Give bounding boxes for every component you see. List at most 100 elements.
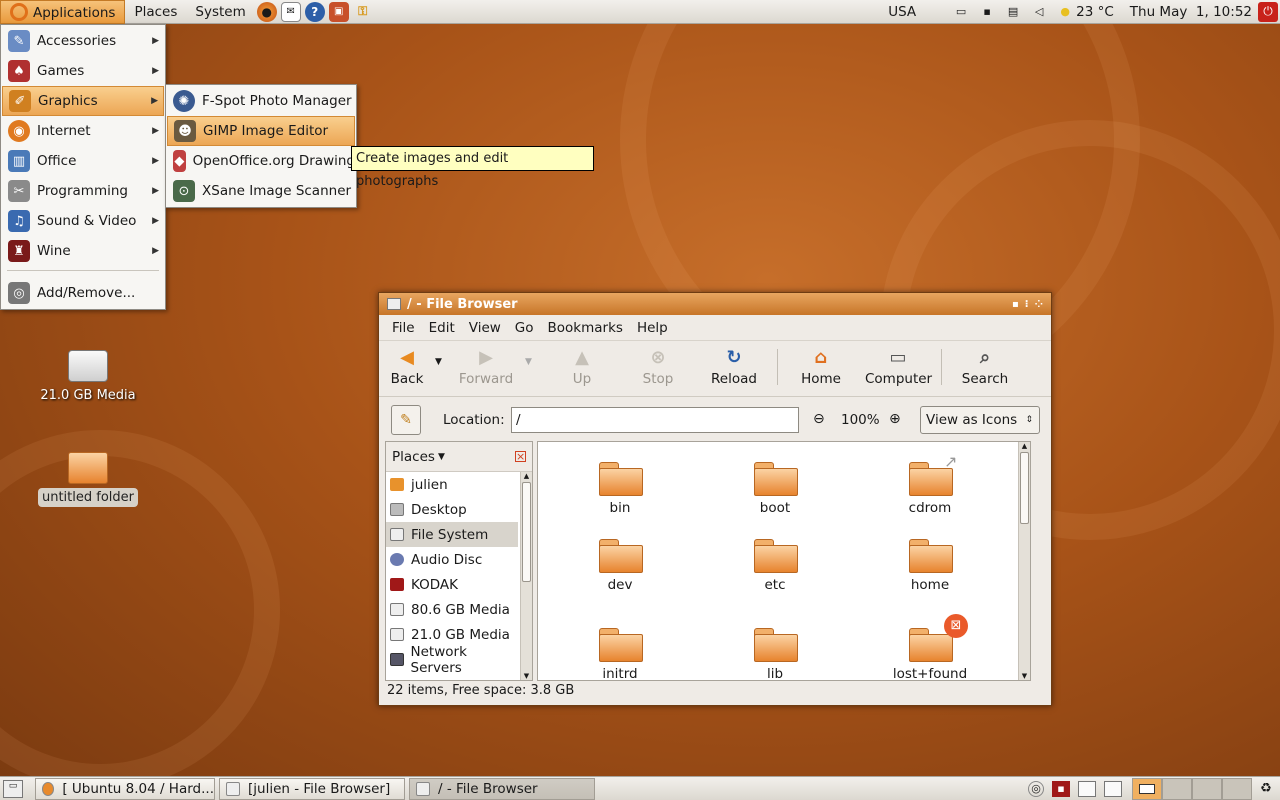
menu-item-xsane[interactable]: ⊙ XSane Image Scanner (167, 176, 355, 206)
home-button[interactable]: ⌂ Home (799, 345, 843, 388)
menu-edit[interactable]: Edit (422, 320, 462, 336)
places-selector[interactable]: Places (392, 449, 435, 465)
menu-item-graphics[interactable]: ✐ Graphics ▶ (2, 86, 164, 116)
menu-item-office[interactable]: ▥ Office ▶ (2, 146, 164, 176)
menu-file[interactable]: File (385, 320, 422, 336)
sidebar-item-file-system[interactable]: File System (386, 522, 518, 547)
wine-icon: ♜ (8, 240, 30, 262)
sidebar-item-network-servers[interactable]: Network Servers (386, 644, 518, 676)
firefox-icon[interactable]: ● (256, 1, 277, 22)
taskbar-item-root-browser[interactable]: / - File Browser (409, 777, 595, 800)
menu-item-accessories[interactable]: ✎ Accessories ▶ (2, 26, 164, 56)
folder-item[interactable]: home (880, 539, 980, 593)
drive-icon[interactable] (1104, 780, 1122, 797)
power-icon[interactable]: ⏻ (1258, 1, 1278, 22)
menu-view[interactable]: View (462, 320, 508, 336)
scroll-down-icon[interactable]: ▼ (1019, 672, 1030, 680)
menu-help[interactable]: Help (630, 320, 675, 336)
taskbar-item-julien-browser[interactable]: [julien - File Browser] (219, 777, 405, 800)
workspace-2[interactable] (1162, 777, 1192, 800)
maximize-icon[interactable]: ⁝ (1025, 299, 1029, 310)
sidebar-item-media-80[interactable]: 80.6 GB Media (386, 597, 518, 622)
menu-item-wine[interactable]: ♜ Wine ▶ (2, 236, 164, 266)
computer-button[interactable]: ▭ Computer (865, 345, 932, 388)
zoom-level[interactable]: 100% (841, 412, 880, 428)
menu-item-gimp[interactable]: ☻ GIMP Image Editor (167, 116, 355, 146)
reload-button[interactable]: ↻ Reload (711, 345, 757, 388)
help-icon[interactable]: ? (304, 1, 325, 22)
keyboard-layout[interactable]: USA (888, 4, 916, 20)
menu-item-internet[interactable]: ◉ Internet ▶ (2, 116, 164, 146)
view-mode-select[interactable]: View as Icons ⇕ (920, 406, 1040, 434)
workspace-4[interactable] (1222, 777, 1252, 800)
sidebar-item-kodak[interactable]: KODAK (386, 572, 518, 597)
folder-item[interactable]: etc (725, 539, 825, 593)
menu-go[interactable]: Go (508, 320, 541, 336)
scrollbar-thumb[interactable] (522, 482, 531, 582)
desktop-icon-media[interactable]: 21.0 GB Media (33, 350, 143, 403)
email-icon[interactable]: ✉ (280, 1, 301, 22)
minimize-icon[interactable]: ▪ (1012, 299, 1019, 310)
scroll-up-icon[interactable]: ▲ (1019, 442, 1030, 450)
menu-item-programming[interactable]: ✂ Programming ▶ (2, 176, 164, 206)
location-input[interactable]: / (511, 407, 799, 433)
folder-item[interactable]: lib (725, 628, 825, 680)
forward-history-dropdown[interactable]: ▼ (525, 357, 532, 367)
menu-item-fspot[interactable]: ✺ F-Spot Photo Manager (167, 86, 355, 116)
folder-item[interactable]: dev (570, 539, 670, 593)
folder-item[interactable]: lost+found ⊠ (880, 614, 980, 680)
screenshot-icon[interactable]: ▣ (328, 1, 349, 22)
scroll-down-icon[interactable]: ▼ (521, 672, 532, 680)
back-history-dropdown[interactable]: ▼ (435, 357, 442, 367)
weather-icon: ● (1060, 5, 1070, 18)
close-sidebar-icon[interactable]: × (515, 451, 526, 462)
taskbar-item-ubuntu[interactable]: [ Ubuntu 8.04 / Hard... (35, 777, 215, 800)
scrollbar-thumb[interactable] (1020, 452, 1029, 524)
cd-icon[interactable]: ◎ (1028, 780, 1044, 797)
keyring-icon[interactable]: ⚿ (353, 2, 373, 22)
menu-item-add-remove[interactable]: ◎ Add/Remove... (2, 278, 164, 308)
sidebar-item-julien[interactable]: julien (386, 472, 518, 497)
folder-item[interactable]: boot (725, 462, 825, 516)
sidebar-item-audio-disc[interactable]: Audio Disc (386, 547, 518, 572)
desktop-icon-untitled-folder[interactable]: untitled folder (33, 452, 143, 507)
show-desktop-icon[interactable]: ▭ (3, 779, 23, 798)
workspace-3[interactable] (1192, 777, 1222, 800)
monitor-icon[interactable]: ▪ (978, 4, 996, 20)
icon-view-scrollbar[interactable]: ▲ ▼ (1018, 442, 1030, 680)
menu-item-openoffice-drawing[interactable]: ◆ OpenOffice.org Drawing (167, 146, 355, 176)
drive-icon[interactable] (1078, 780, 1096, 797)
folder-item[interactable]: bin (570, 462, 670, 516)
volume-icon[interactable]: ◁ (1030, 4, 1048, 20)
sidebar-scrollbar[interactable]: ▲ ▼ (520, 472, 532, 680)
chevron-down-icon: ▼ (437, 451, 445, 462)
sidebar-item-desktop[interactable]: Desktop (386, 497, 518, 522)
zoom-out-icon[interactable]: ⊖ (813, 411, 825, 427)
menu-item-sound-video[interactable]: ♫ Sound & Video ▶ (2, 206, 164, 236)
stop-button[interactable]: ⊗ Stop (639, 345, 677, 388)
folder-item[interactable]: initrd (570, 628, 670, 680)
kodak-icon[interactable]: ▪ (1052, 780, 1070, 797)
back-button[interactable]: ◀ Back (385, 345, 429, 388)
menu-item-games[interactable]: ♠ Games ▶ (2, 56, 164, 86)
weather-text[interactable]: 23 °C (1076, 4, 1114, 20)
up-button[interactable]: ▲ Up (567, 345, 597, 388)
workspace-1[interactable] (1132, 777, 1162, 800)
window-titlebar[interactable]: / - File Browser ▪ ⁝ ⁘ (379, 293, 1051, 315)
forward-button[interactable]: ▶ Forward (457, 345, 515, 388)
folder-item[interactable]: cdrom ↗ (880, 452, 980, 516)
close-icon[interactable]: ⁘ (1035, 299, 1043, 310)
places-menu[interactable]: Places (125, 0, 186, 24)
clock[interactable]: Thu May 1, 10:52 (1130, 4, 1252, 20)
firefox-icon (42, 781, 55, 796)
printer-icon[interactable]: ▭ (952, 4, 970, 20)
search-button[interactable]: ⌕ Search (961, 345, 1009, 388)
system-menu[interactable]: System (186, 0, 254, 24)
scroll-up-icon[interactable]: ▲ (521, 472, 532, 480)
zoom-in-icon[interactable]: ⊕ (889, 411, 901, 427)
menu-bookmarks[interactable]: Bookmarks (541, 320, 630, 336)
applications-menu[interactable]: Applications (0, 0, 126, 24)
network-icon[interactable]: ▤ (1004, 4, 1022, 20)
trash-icon[interactable]: ♻ (1256, 779, 1276, 799)
toggle-location-button[interactable]: ✎ (391, 405, 421, 435)
